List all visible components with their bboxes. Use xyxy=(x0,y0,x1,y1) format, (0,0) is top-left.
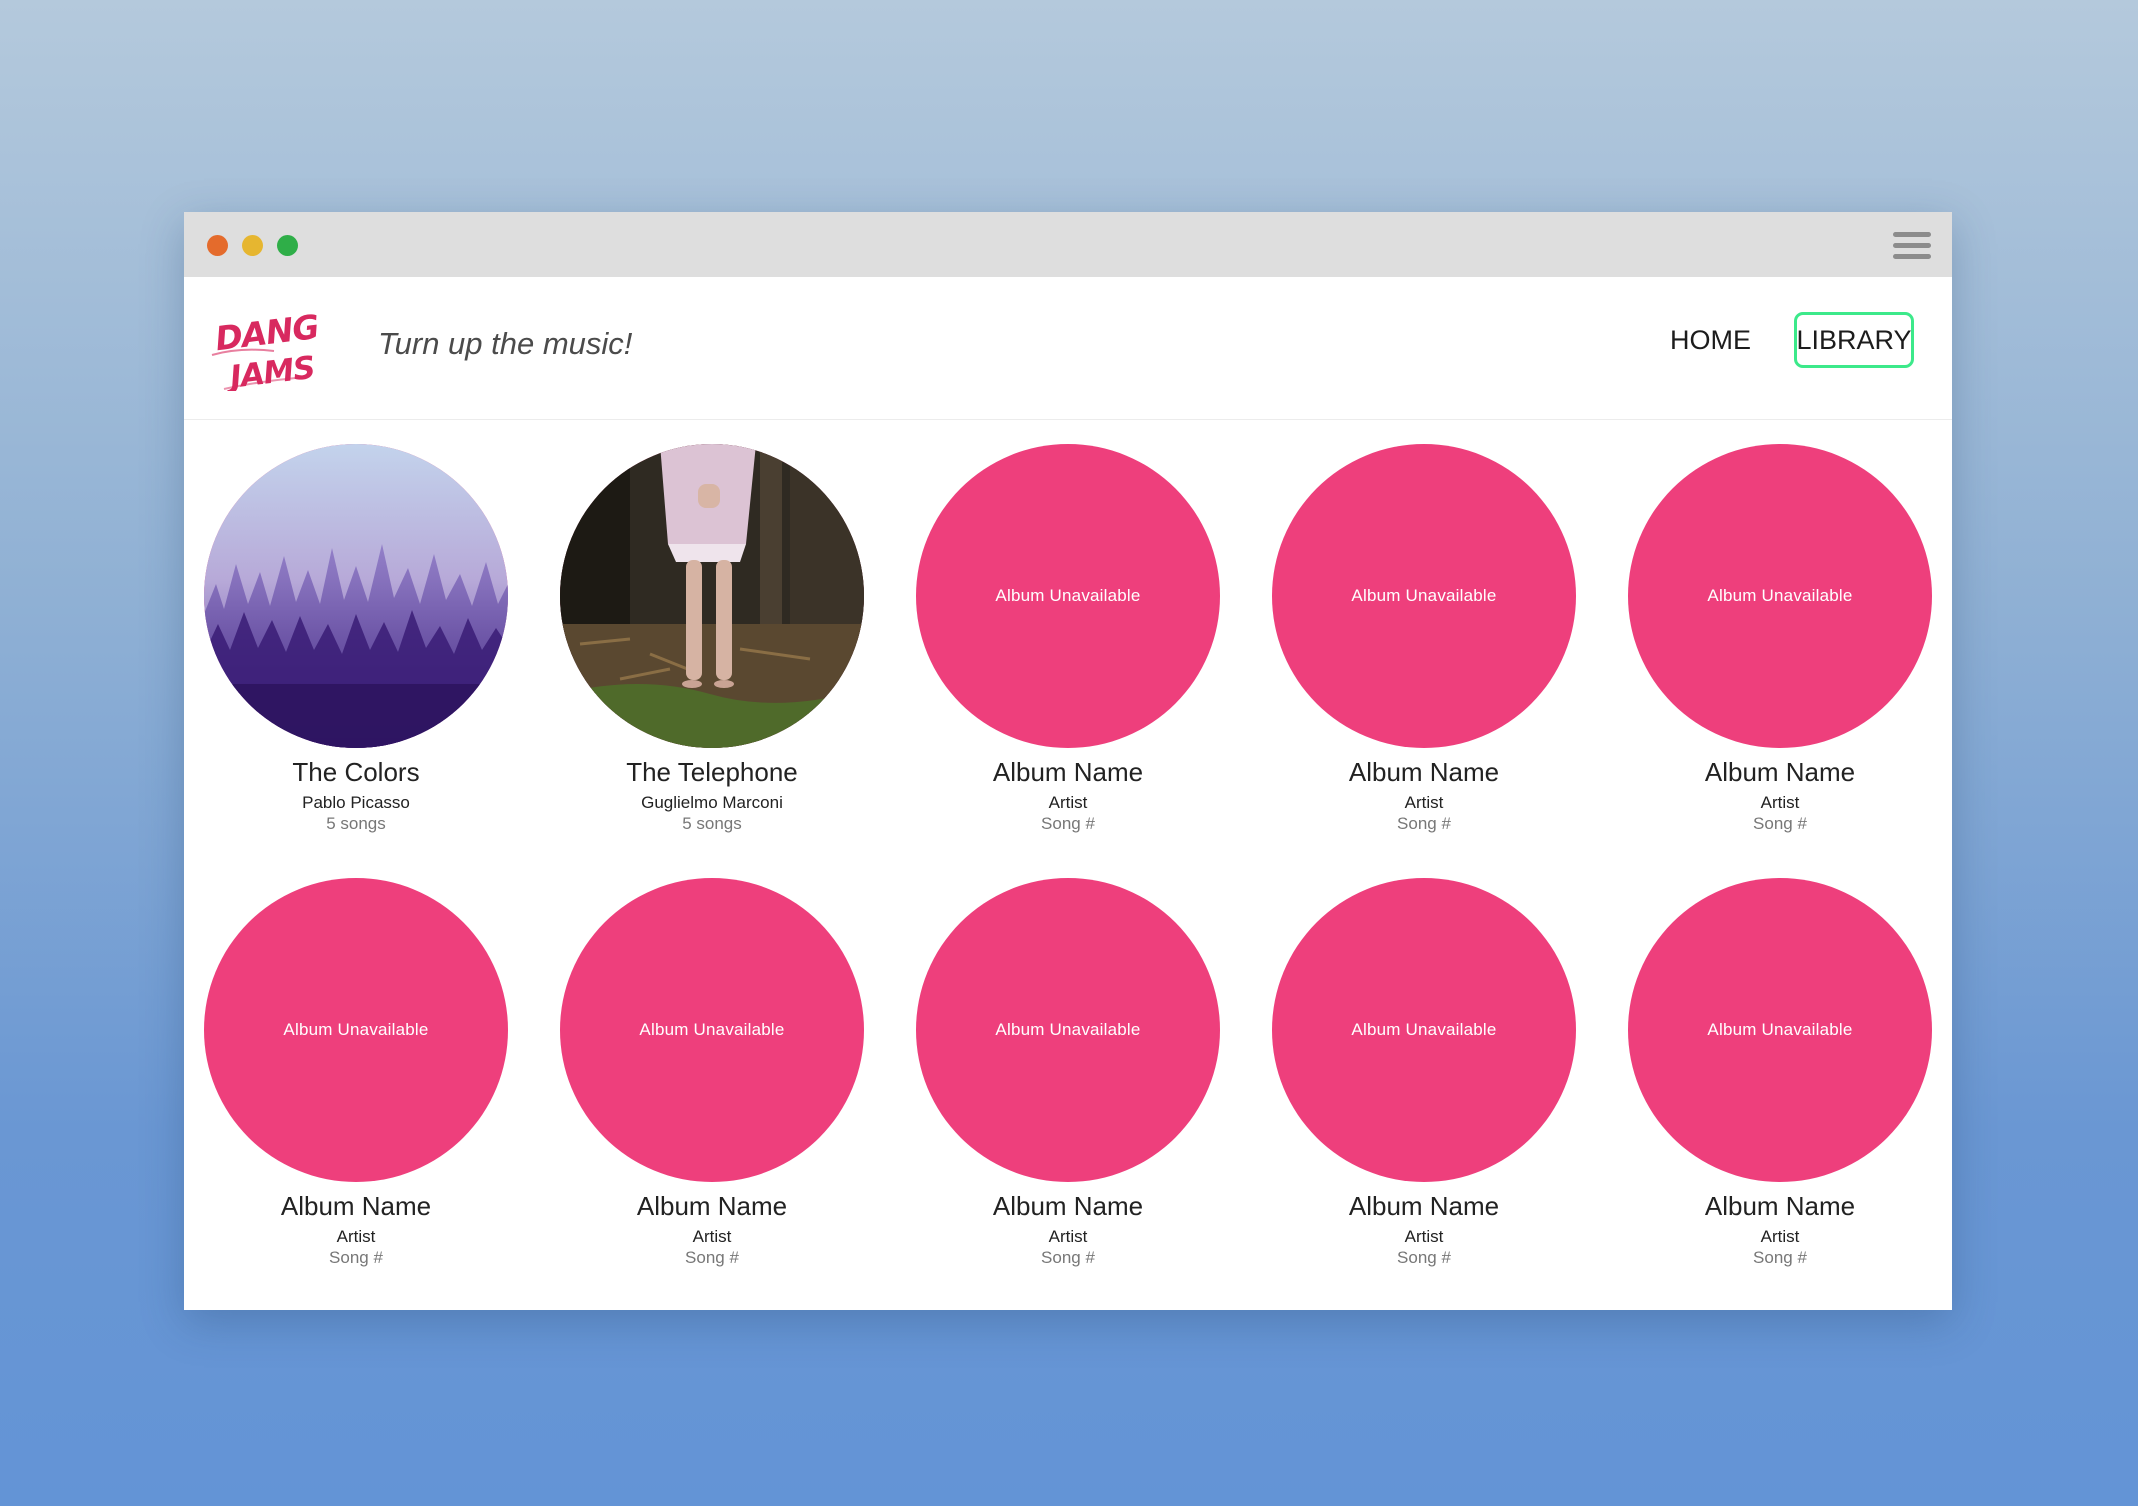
album-artist: Artist xyxy=(336,1227,376,1246)
album-song-count: Song # xyxy=(1753,814,1807,833)
nav-library-link[interactable]: LIBRARY xyxy=(1794,312,1914,368)
album-title: Album Name xyxy=(1348,757,1500,787)
hamburger-menu-icon[interactable] xyxy=(1893,230,1931,262)
album-title: Album Name xyxy=(992,757,1144,787)
album-artist: Artist xyxy=(1048,1227,1088,1246)
album-cover[interactable]: Album Unavailable xyxy=(1628,444,1932,748)
album-unavailable-label: Album Unavailable xyxy=(639,1020,785,1039)
close-window-button[interactable] xyxy=(207,235,228,256)
album-card[interactable]: Album Unavailable Album Name Artist Song… xyxy=(552,878,872,1278)
album-cover[interactable]: Album Unavailable xyxy=(916,444,1220,748)
browser-window: DANG JAMS Turn up the music! HOME LIBRAR… xyxy=(184,212,1952,1310)
album-card[interactable]: Album Unavailable Album Name Artist Song… xyxy=(1620,444,1940,844)
album-song-count: 5 songs xyxy=(682,814,742,833)
album-song-count: Song # xyxy=(685,1248,739,1267)
album-title: Album Name xyxy=(280,1191,432,1221)
album-card[interactable]: Album Unavailable Album Name Artist Song… xyxy=(1264,878,1584,1278)
album-cover[interactable]: Album Unavailable xyxy=(916,878,1220,1182)
album-card[interactable]: The Colors Pablo Picasso 5 songs xyxy=(196,444,516,844)
album-artist: Artist xyxy=(692,1227,732,1246)
album-artist: Artist xyxy=(1760,1227,1800,1246)
window-titlebar xyxy=(184,212,1952,277)
album-cover[interactable]: Album Unavailable xyxy=(204,878,508,1182)
album-title: Album Name xyxy=(1348,1191,1500,1221)
album-artist: Artist xyxy=(1048,793,1088,812)
album-song-count: Song # xyxy=(1397,1248,1451,1267)
album-title: The Colors xyxy=(292,757,420,787)
album-cover[interactable]: Album Unavailable xyxy=(560,878,864,1182)
minimize-window-button[interactable] xyxy=(242,235,263,256)
album-title: Album Name xyxy=(1704,1191,1856,1221)
album-artist: Artist xyxy=(1404,1227,1444,1246)
album-cover[interactable]: Album Unavailable xyxy=(1272,444,1576,748)
nav-home-link[interactable]: HOME xyxy=(1670,325,1751,356)
album-artist: Guglielmo Marconi xyxy=(641,793,783,812)
album-song-count: Song # xyxy=(1753,1248,1807,1267)
album-song-count: Song # xyxy=(1041,814,1095,833)
album-cover[interactable] xyxy=(204,444,508,748)
album-unavailable-label: Album Unavailable xyxy=(1707,586,1853,605)
album-unavailable-label: Album Unavailable xyxy=(1351,586,1497,605)
album-title: Album Name xyxy=(992,1191,1144,1221)
album-song-count: 5 songs xyxy=(326,814,386,833)
album-song-count: Song # xyxy=(1397,814,1451,833)
album-cover[interactable]: Album Unavailable xyxy=(1628,878,1932,1182)
girl-in-forest-image xyxy=(560,444,864,748)
album-card[interactable]: Album Unavailable Album Name Artist Song… xyxy=(908,878,1228,1278)
album-title: Album Name xyxy=(636,1191,788,1221)
album-song-count: Song # xyxy=(329,1248,383,1267)
album-card[interactable]: Album Unavailable Album Name Artist Song… xyxy=(1620,878,1940,1278)
album-unavailable-label: Album Unavailable xyxy=(995,1020,1141,1039)
dang-jams-logo[interactable]: DANG JAMS xyxy=(210,307,321,396)
album-artist: Artist xyxy=(1760,793,1800,812)
album-unavailable-label: Album Unavailable xyxy=(995,586,1141,605)
site-tagline: Turn up the music! xyxy=(378,326,633,361)
album-card[interactable]: Album Unavailable Album Name Artist Song… xyxy=(908,444,1228,844)
album-cover[interactable]: Album Unavailable xyxy=(1272,878,1576,1182)
album-artist: Pablo Picasso xyxy=(302,793,410,812)
album-card[interactable]: Album Unavailable Album Name Artist Song… xyxy=(196,878,516,1278)
maximize-window-button[interactable] xyxy=(277,235,298,256)
album-card[interactable]: The Telephone Guglielmo Marconi 5 songs xyxy=(552,444,872,844)
album-title: Album Name xyxy=(1704,757,1856,787)
album-song-count: Song # xyxy=(1041,1248,1095,1267)
album-unavailable-label: Album Unavailable xyxy=(283,1020,429,1039)
album-unavailable-label: Album Unavailable xyxy=(1351,1020,1497,1039)
album-title: The Telephone xyxy=(626,757,798,787)
album-artist: Artist xyxy=(1404,793,1444,812)
album-card[interactable]: Album Unavailable Album Name Artist Song… xyxy=(1264,444,1584,844)
album-unavailable-label: Album Unavailable xyxy=(1707,1020,1853,1039)
site-header: DANG JAMS Turn up the music! HOME LIBRAR… xyxy=(184,277,1952,420)
misty-forest-image xyxy=(204,444,508,748)
album-cover[interactable] xyxy=(560,444,864,748)
